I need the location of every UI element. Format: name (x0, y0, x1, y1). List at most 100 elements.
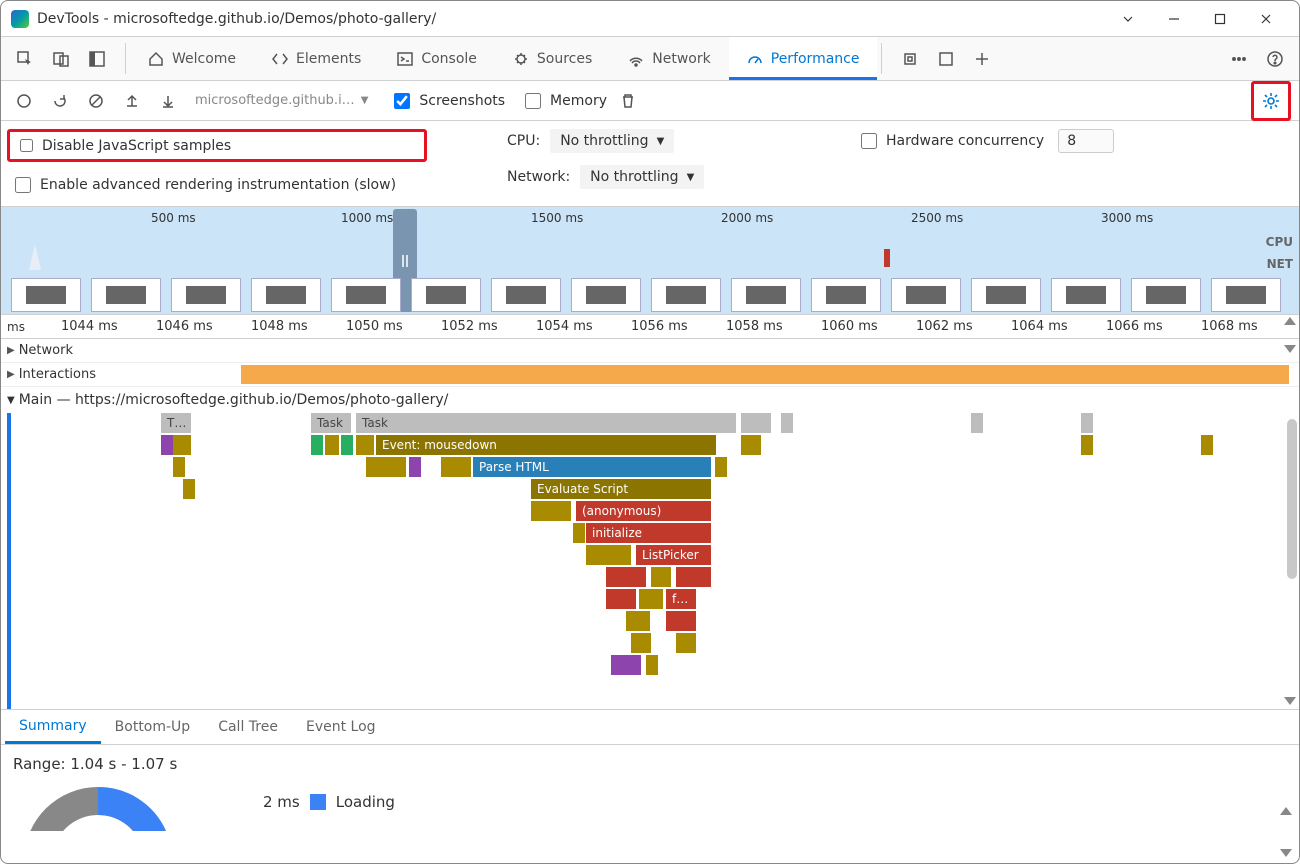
thumbnail[interactable] (1211, 278, 1281, 312)
trash-icon[interactable] (613, 86, 643, 116)
thumbnail[interactable] (91, 278, 161, 312)
clear-button[interactable] (81, 86, 111, 116)
tab-performance[interactable]: Performance (729, 37, 878, 80)
flame-bar[interactable] (606, 589, 636, 609)
flame-bar[interactable] (651, 567, 671, 587)
flame-bar[interactable] (666, 611, 696, 631)
flame-bar[interactable] (161, 435, 173, 455)
cpu-throttling-select[interactable]: No throttling▼ (550, 129, 674, 153)
scroll-down-icon[interactable] (1284, 697, 1296, 705)
download-icon[interactable] (153, 86, 183, 116)
scroll-up-icon[interactable] (1280, 807, 1292, 815)
device-toggle-icon[interactable] (43, 41, 79, 77)
flame-task[interactable] (781, 413, 793, 433)
tab-summary[interactable]: Summary (5, 710, 101, 744)
flame-bar[interactable] (1201, 435, 1213, 455)
flame-anonymous[interactable]: (anonymous) (576, 501, 711, 521)
flame-bar[interactable] (356, 435, 374, 455)
tab-bottomup[interactable]: Bottom-Up (101, 710, 205, 744)
thumbnail[interactable] (411, 278, 481, 312)
thumbnail[interactable] (651, 278, 721, 312)
thumbnail[interactable] (11, 278, 81, 312)
thumbnail[interactable] (811, 278, 881, 312)
chip-icon[interactable] (892, 41, 928, 77)
flame-bar[interactable] (311, 435, 323, 455)
thumbnail[interactable] (891, 278, 961, 312)
tab-elements[interactable]: Elements (254, 37, 379, 80)
recording-selector[interactable]: microsoftedge.github.i… ▼ (189, 93, 374, 108)
disable-js-checkbox[interactable] (20, 139, 33, 152)
flame-bar[interactable] (646, 655, 658, 675)
flame-bar[interactable] (409, 457, 421, 477)
screenshots-checkbox[interactable]: Screenshots (390, 90, 505, 112)
flame-evaluate-script[interactable]: Evaluate Script (531, 479, 711, 499)
flame-initialize[interactable]: initialize (586, 523, 711, 543)
flame-bar[interactable] (173, 435, 191, 455)
chevron-down-icon[interactable] (1105, 3, 1151, 35)
tab-network[interactable]: Network (610, 37, 728, 80)
track-main-header[interactable]: ▼ Main — https://microsoftedge.github.io… (1, 387, 1299, 413)
scroll-up-icon[interactable] (1284, 317, 1296, 325)
scroll-down-icon[interactable] (1280, 849, 1292, 857)
thumbnail[interactable] (331, 278, 401, 312)
flame-task[interactable]: Task (311, 413, 351, 433)
flame-bar[interactable] (626, 611, 650, 631)
flame-bar[interactable] (606, 567, 646, 587)
plus-icon[interactable] (964, 41, 1000, 77)
network-throttling-select[interactable]: No throttling▼ (580, 165, 704, 189)
tab-welcome[interactable]: Welcome (130, 37, 254, 80)
flame-bar[interactable] (741, 435, 761, 455)
timeline-overview[interactable]: 500 ms 1000 ms 1500 ms 2000 ms 2500 ms 3… (1, 207, 1299, 315)
tab-console[interactable]: Console (379, 37, 495, 80)
upload-icon[interactable] (117, 86, 147, 116)
flamegraph-area[interactable]: ▶Network ▶Interactions ▼ Main — https://… (1, 339, 1299, 709)
flame-task[interactable] (971, 413, 983, 433)
thumbnail[interactable] (971, 278, 1041, 312)
flame-bar[interactable] (631, 633, 651, 653)
more-icon[interactable] (1221, 41, 1257, 77)
settings-gear-icon[interactable] (1256, 86, 1286, 116)
flame-bar[interactable] (1081, 435, 1093, 455)
close-button[interactable] (1243, 3, 1289, 35)
panel-icon[interactable] (928, 41, 964, 77)
track-network[interactable]: ▶Network (1, 339, 1299, 363)
scroll-down-icon[interactable] (1284, 345, 1296, 353)
flame-bar[interactable] (676, 633, 696, 653)
flame-bar[interactable] (366, 457, 406, 477)
flame-bar[interactable] (325, 435, 339, 455)
flame-chart[interactable]: T… Task Task Event: mousedown Parse HTML… (7, 413, 1299, 709)
flame-bar[interactable] (573, 523, 585, 543)
thumbnail[interactable] (1051, 278, 1121, 312)
flame-event-mousedown[interactable]: Event: mousedown (376, 435, 716, 455)
flame-task[interactable] (741, 413, 771, 433)
flame-bar[interactable] (639, 589, 663, 609)
flame-bar[interactable] (676, 567, 711, 587)
thumbnail[interactable] (251, 278, 321, 312)
flame-bar[interactable] (341, 435, 353, 455)
reload-record-button[interactable] (45, 86, 75, 116)
track-interactions[interactable]: ▶Interactions (1, 363, 1299, 387)
advanced-paint-checkbox[interactable]: Enable advanced rendering instrumentatio… (11, 174, 427, 196)
flame-bar[interactable] (531, 501, 571, 521)
flame-task[interactable] (1081, 413, 1093, 433)
flame-bar[interactable] (441, 457, 471, 477)
interaction-bar[interactable] (241, 365, 1289, 384)
flame-bar[interactable] (611, 655, 641, 675)
thumbnail[interactable] (491, 278, 561, 312)
record-button[interactable] (9, 86, 39, 116)
flame-bar[interactable] (586, 545, 631, 565)
tab-calltree[interactable]: Call Tree (204, 710, 292, 744)
inspect-icon[interactable] (7, 41, 43, 77)
flame-f[interactable]: f… (666, 589, 696, 609)
memory-checkbox[interactable]: Memory (521, 90, 607, 112)
flame-bar[interactable] (715, 457, 727, 477)
dock-icon[interactable] (79, 41, 115, 77)
flame-task[interactable]: T… (161, 413, 191, 433)
vertical-scrollbar[interactable] (1287, 419, 1297, 579)
flame-task[interactable]: Task (356, 413, 736, 433)
flame-parse-html[interactable]: Parse HTML (473, 457, 711, 477)
tab-eventlog[interactable]: Event Log (292, 710, 390, 744)
minimize-button[interactable] (1151, 3, 1197, 35)
thumbnail[interactable] (731, 278, 801, 312)
thumbnail[interactable] (171, 278, 241, 312)
